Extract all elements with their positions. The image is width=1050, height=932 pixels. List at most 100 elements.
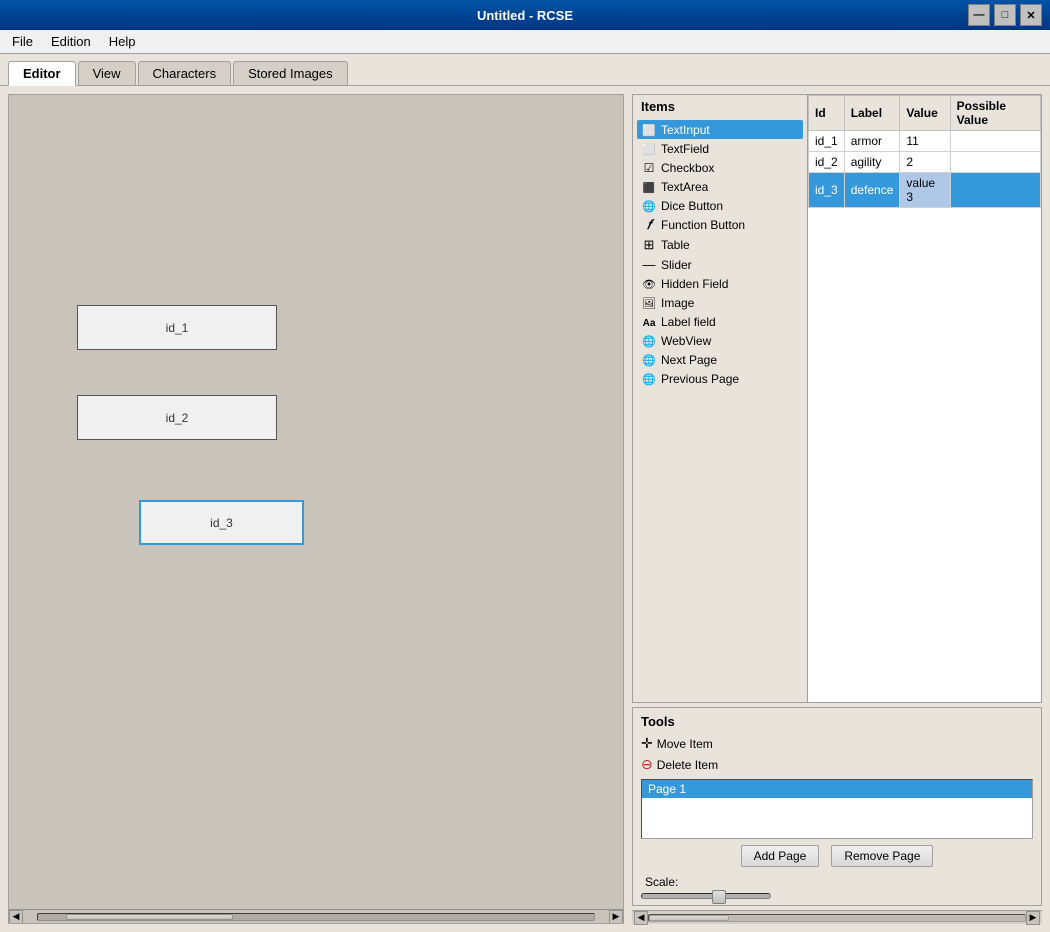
canvas-scrollbar: ◀ ▶ bbox=[9, 909, 623, 923]
item-checkbox-label: Checkbox bbox=[661, 161, 714, 175]
webview-icon bbox=[641, 333, 657, 348]
canvas-widget-id1[interactable]: id_1 bbox=[77, 305, 277, 350]
nextpage-icon bbox=[641, 352, 657, 367]
item-previous-page[interactable]: Previous Page bbox=[637, 369, 803, 388]
item-textfield[interactable]: TextField bbox=[637, 139, 803, 158]
canvas-area[interactable]: id_1 id_2 id_3 ◀ ▶ bbox=[8, 94, 624, 924]
hidden-icon bbox=[641, 276, 657, 291]
col-possible: Possible Value bbox=[950, 96, 1040, 131]
item-webview[interactable]: WebView bbox=[637, 331, 803, 350]
table-row[interactable]: id_1 armor 11 bbox=[809, 131, 1041, 152]
canvas-widget-id3-label: id_3 bbox=[210, 516, 233, 530]
main-container: id_1 id_2 id_3 ◀ ▶ Items bbox=[0, 86, 1050, 932]
cell-label1: armor bbox=[844, 131, 900, 152]
scroll-bottom-left[interactable]: ◀ bbox=[634, 911, 648, 925]
menu-help[interactable]: Help bbox=[101, 32, 144, 51]
col-label: Label bbox=[844, 96, 900, 131]
cell-possible3 bbox=[950, 173, 1040, 208]
pages-list[interactable]: Page 1 bbox=[641, 779, 1033, 839]
item-slider[interactable]: Slider bbox=[637, 255, 803, 274]
item-image[interactable]: Image bbox=[637, 293, 803, 312]
data-table-container: Id Label Value Possible Value id_1 armor… bbox=[808, 95, 1041, 702]
item-checkbox[interactable]: Checkbox bbox=[637, 158, 803, 177]
bottom-scroll-track[interactable] bbox=[648, 914, 1026, 922]
bottom-scroll-thumb[interactable] bbox=[649, 915, 729, 921]
cell-id1: id_1 bbox=[809, 131, 845, 152]
item-next-page[interactable]: Next Page bbox=[637, 350, 803, 369]
menu-edition[interactable]: Edition bbox=[43, 32, 99, 51]
window-controls: — □ ✕ bbox=[968, 4, 1042, 26]
move-icon bbox=[641, 735, 653, 752]
tool-move-label: Move Item bbox=[657, 737, 713, 751]
delete-icon bbox=[641, 756, 653, 773]
remove-page-button[interactable]: Remove Page bbox=[831, 845, 933, 867]
scale-slider-thumb[interactable] bbox=[712, 890, 726, 904]
canvas-widget-id1-label: id_1 bbox=[166, 321, 189, 335]
prevpage-icon bbox=[641, 371, 657, 386]
checkbox-icon bbox=[641, 160, 657, 175]
item-nextpage-label: Next Page bbox=[661, 353, 717, 367]
bottom-scrollbar: ◀ ▶ bbox=[632, 910, 1042, 924]
scroll-right-arrow[interactable]: ▶ bbox=[609, 910, 623, 924]
image-icon bbox=[641, 295, 657, 310]
menu-file[interactable]: File bbox=[4, 32, 41, 51]
item-hidden-field[interactable]: Hidden Field bbox=[637, 274, 803, 293]
canvas-widget-id3[interactable]: id_3 bbox=[139, 500, 304, 545]
tab-editor[interactable]: Editor bbox=[8, 61, 76, 86]
tool-move-item[interactable]: Move Item bbox=[637, 733, 1037, 754]
table-row[interactable]: id_2 agility 2 bbox=[809, 152, 1041, 173]
table-row-selected[interactable]: id_3 defence value 3 bbox=[809, 173, 1041, 208]
cell-value3[interactable]: value 3 bbox=[900, 173, 950, 208]
canvas-hscroll-thumb[interactable] bbox=[66, 914, 233, 920]
item-dice-button[interactable]: Dice Button bbox=[637, 196, 803, 215]
title-bar: Untitled - RCSE — □ ✕ bbox=[0, 0, 1050, 30]
tab-view[interactable]: View bbox=[78, 61, 136, 85]
label-icon bbox=[641, 314, 657, 329]
canvas-widget-id2[interactable]: id_2 bbox=[77, 395, 277, 440]
scroll-bottom-right[interactable]: ▶ bbox=[1026, 911, 1040, 925]
scale-slider[interactable] bbox=[641, 893, 771, 899]
item-table-label: Table bbox=[661, 238, 690, 252]
tool-delete-item[interactable]: Delete Item bbox=[637, 754, 1037, 775]
col-id: Id bbox=[809, 96, 845, 131]
item-hidden-label: Hidden Field bbox=[661, 277, 728, 291]
tab-bar: Editor View Characters Stored Images bbox=[0, 54, 1050, 86]
scale-label: Scale: bbox=[645, 875, 678, 889]
canvas-hscroll-track[interactable] bbox=[37, 913, 595, 921]
add-page-button[interactable]: Add Page bbox=[741, 845, 820, 867]
item-table[interactable]: Table bbox=[637, 235, 803, 255]
dice-icon bbox=[641, 198, 657, 213]
scale-section: Scale: bbox=[637, 871, 1037, 891]
fx-icon bbox=[641, 217, 657, 233]
item-image-label: Image bbox=[661, 296, 694, 310]
minimize-button[interactable]: — bbox=[968, 4, 990, 26]
close-button[interactable]: ✕ bbox=[1020, 4, 1042, 26]
slider-container[interactable] bbox=[637, 891, 1037, 901]
tab-stored-images[interactable]: Stored Images bbox=[233, 61, 348, 85]
cell-possible2 bbox=[950, 152, 1040, 173]
col-value: Value bbox=[900, 96, 950, 131]
textinput-icon bbox=[641, 122, 657, 137]
textfield-icon bbox=[641, 141, 657, 156]
item-textarea-label: TextArea bbox=[661, 180, 708, 194]
item-function-button[interactable]: Function Button bbox=[637, 215, 803, 235]
item-textarea[interactable]: TextArea bbox=[637, 177, 803, 196]
item-webview-label: WebView bbox=[661, 334, 711, 348]
tools-title: Tools bbox=[637, 712, 1037, 733]
table-icon bbox=[641, 237, 657, 253]
item-label-field[interactable]: Label field bbox=[637, 312, 803, 331]
item-textinput[interactable]: TextInput bbox=[637, 120, 803, 139]
items-list: TextInput TextField Checkbox TextArea bbox=[633, 118, 807, 390]
page-item-1[interactable]: Page 1 bbox=[642, 780, 1032, 798]
slider-icon bbox=[641, 257, 657, 272]
cell-id3: id_3 bbox=[809, 173, 845, 208]
tab-characters[interactable]: Characters bbox=[138, 61, 232, 85]
cell-value1: 11 bbox=[900, 131, 950, 152]
item-dice-label: Dice Button bbox=[661, 199, 723, 213]
cell-label3: defence bbox=[844, 173, 900, 208]
item-prevpage-label: Previous Page bbox=[661, 372, 739, 386]
item-textfield-label: TextField bbox=[661, 142, 709, 156]
maximize-button[interactable]: □ bbox=[994, 4, 1016, 26]
scroll-left-arrow[interactable]: ◀ bbox=[9, 910, 23, 924]
tool-delete-label: Delete Item bbox=[657, 758, 718, 772]
